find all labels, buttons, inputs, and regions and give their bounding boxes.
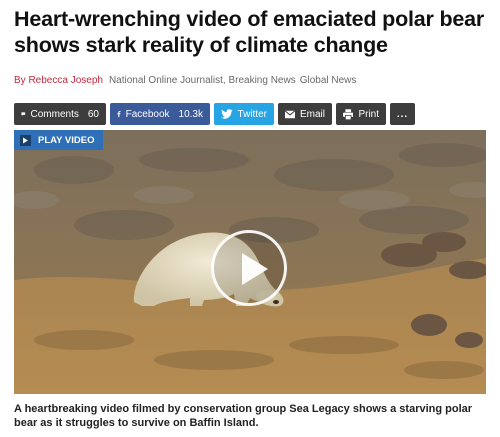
- facebook-count: 10.3k: [178, 108, 203, 120]
- facebook-share-button[interactable]: Facebook 10.3k: [110, 103, 210, 125]
- more-share-button[interactable]: ...: [390, 103, 415, 125]
- facebook-label: Facebook: [125, 108, 170, 120]
- comments-label: Comments: [30, 108, 79, 120]
- byline-prefix: By: [14, 75, 26, 86]
- comments-count: 60: [87, 108, 99, 120]
- more-icon: ...: [396, 108, 409, 120]
- article-headline: Heart-wrenching video of emaciated polar…: [14, 7, 485, 57]
- byline-role: National Online Journalist, Breaking New…: [108, 75, 296, 86]
- print-button[interactable]: Print: [336, 103, 386, 125]
- email-icon: [285, 109, 295, 118]
- twitter-label: Twitter: [237, 108, 267, 120]
- print-label: Print: [358, 108, 379, 120]
- play-badge-icon: [20, 134, 31, 146]
- play-video-badge[interactable]: PLAY VIDEO: [14, 130, 103, 150]
- print-icon: [343, 108, 354, 120]
- byline-author-name[interactable]: Rebecca Joseph: [28, 75, 103, 86]
- email-label: Email: [299, 108, 325, 120]
- video-player[interactable]: PLAY VIDEO: [14, 130, 486, 394]
- facebook-icon: [117, 111, 121, 118]
- byline: By Rebecca Joseph National Online Journal…: [14, 74, 490, 88]
- comments-button[interactable]: Comments 60: [14, 103, 106, 125]
- twitter-share-button[interactable]: Twitter: [214, 103, 274, 125]
- share-bar: Comments 60 Facebook 10.3k Twitter Email…: [14, 103, 415, 125]
- byline-author[interactable]: By Rebecca Joseph: [14, 75, 103, 86]
- play-video-label: PLAY VIDEO: [38, 134, 95, 146]
- email-share-button[interactable]: Email: [278, 103, 332, 125]
- comment-icon: [21, 112, 26, 116]
- byline-outlet: Global News: [299, 75, 357, 86]
- twitter-icon: [221, 109, 233, 119]
- video-caption: A heartbreaking video filmed by conserva…: [14, 403, 473, 429]
- play-icon: [242, 253, 268, 285]
- play-button[interactable]: [211, 230, 287, 306]
